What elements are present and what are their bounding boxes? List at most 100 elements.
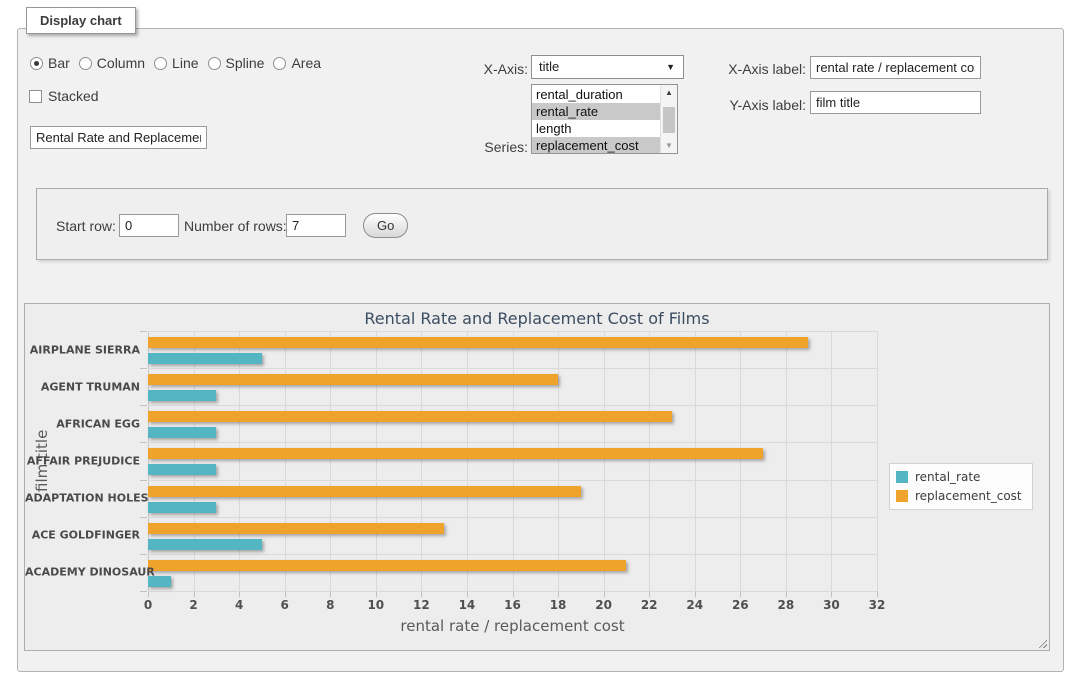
bar-replacement_cost[interactable] [148, 374, 558, 385]
radio-label: Line [172, 55, 198, 71]
legend-swatch [896, 490, 908, 502]
bar-replacement_cost[interactable] [148, 411, 672, 422]
y-axis-tick [140, 331, 147, 332]
stacked-checkbox[interactable] [29, 90, 42, 103]
bar-rental_rate[interactable] [148, 464, 216, 475]
bar-rental_rate[interactable] [148, 427, 216, 438]
legend-label: rental_rate [915, 470, 980, 484]
bar-replacement_cost[interactable] [148, 448, 763, 459]
category-label: ACE GOLDFINGER [25, 529, 140, 542]
resize-handle-icon[interactable] [1037, 638, 1047, 648]
chart-title-input[interactable] [30, 126, 207, 149]
start-row-input[interactable] [119, 214, 179, 237]
series-select-label: Series: [420, 139, 528, 155]
grid-line-horizontal [148, 442, 877, 443]
grid-line-horizontal [148, 331, 877, 332]
x-tick-label: 20 [595, 598, 612, 612]
radio-button[interactable] [79, 57, 92, 70]
x-tick-label: 26 [732, 598, 749, 612]
chart-type-radio-group: Bar Column Line Spline Area [30, 55, 321, 71]
chart-type-option-area[interactable]: Area [273, 55, 321, 71]
grid-line-vertical [330, 331, 331, 591]
x-tick-label: 22 [641, 598, 658, 612]
chart-type-option-spline[interactable]: Spline [208, 55, 265, 71]
y-axis-label-label: Y-Axis label: [698, 97, 806, 113]
x-axis-label-label: X-Axis label: [698, 61, 806, 77]
x-tick-label: 32 [869, 598, 886, 612]
bar-rental_rate[interactable] [148, 390, 216, 401]
bar-replacement_cost[interactable] [148, 560, 626, 571]
x-tick-label: 24 [686, 598, 703, 612]
bar-replacement_cost[interactable] [148, 486, 581, 497]
scrollbar-down-icon[interactable]: ▼ [661, 138, 677, 153]
radio-button[interactable] [154, 57, 167, 70]
x-tick-label: 14 [459, 598, 476, 612]
stacked-option[interactable]: Stacked [29, 88, 99, 104]
x-axis-title: rental rate / replacement cost [148, 617, 877, 635]
grid-line-vertical [194, 331, 195, 591]
bar-rental_rate[interactable] [148, 502, 216, 513]
grid-line-horizontal [148, 591, 877, 592]
x-tick-label: 18 [550, 598, 567, 612]
grid-line-horizontal [148, 480, 877, 481]
category-label: ADAPTATION HOLES [25, 492, 140, 505]
plot-area [148, 331, 877, 591]
x-axis-label-input[interactable] [810, 56, 981, 79]
grid-line-vertical [513, 331, 514, 591]
stacked-label: Stacked [48, 88, 99, 104]
chevron-down-icon: ▼ [666, 56, 675, 78]
radio-button[interactable] [208, 57, 221, 70]
radio-button[interactable] [30, 57, 43, 70]
series-options: rental_durationrental_ratelengthreplacem… [532, 86, 660, 154]
bar-rental_rate[interactable] [148, 353, 262, 364]
scrollbar[interactable]: ▲ ▼ [660, 85, 677, 153]
x-tick-label: 12 [413, 598, 430, 612]
y-axis-tick [140, 591, 147, 592]
y-axis-tick [140, 442, 147, 443]
number-of-rows-input[interactable] [286, 214, 346, 237]
panel-title: Display chart [26, 7, 136, 34]
scrollbar-up-icon[interactable]: ▲ [661, 85, 677, 100]
chart-container: Rental Rate and Replacement Cost of Film… [24, 303, 1050, 651]
grid-line-vertical [695, 331, 696, 591]
series-option-length[interactable]: length [532, 120, 660, 137]
series-listbox[interactable]: rental_durationrental_ratelengthreplacem… [531, 84, 678, 154]
x-axis-select[interactable]: title ▼ [531, 55, 684, 79]
category-label: AFRICAN EGG [25, 417, 140, 430]
series-option-rental_duration[interactable]: rental_duration [532, 86, 660, 103]
legend-swatch [896, 471, 908, 483]
chart-type-option-line[interactable]: Line [154, 55, 198, 71]
bar-rental_rate[interactable] [148, 539, 262, 550]
series-option-replacement_cost[interactable]: replacement_cost [532, 137, 660, 154]
scrollbar-thumb[interactable] [663, 107, 675, 133]
legend-item-replacement_cost[interactable]: replacement_cost [896, 489, 1022, 503]
x-tick-label: 28 [778, 598, 795, 612]
x-tick-label: 8 [326, 598, 334, 612]
go-button[interactable]: Go [363, 213, 408, 238]
grid-line-vertical [831, 331, 832, 591]
chart-legend: rental_rate replacement_cost [889, 463, 1033, 510]
chart-title: Rental Rate and Replacement Cost of Film… [25, 309, 1049, 328]
legend-item-rental_rate[interactable]: rental_rate [896, 470, 1022, 484]
grid-line-vertical [558, 331, 559, 591]
chart-type-option-column[interactable]: Column [79, 55, 145, 71]
grid-line-vertical [877, 331, 878, 591]
y-axis-label-input[interactable] [810, 91, 981, 114]
y-axis-tick [140, 368, 147, 369]
x-tick-label: 2 [189, 598, 197, 612]
radio-label: Bar [48, 55, 70, 71]
row-range-panel: Start row: Number of rows: Go [36, 188, 1048, 260]
category-label: AIRPLANE SIERRA [25, 343, 140, 356]
legend-label: replacement_cost [915, 489, 1022, 503]
bar-replacement_cost[interactable] [148, 337, 808, 348]
bar-replacement_cost[interactable] [148, 523, 444, 534]
chart-type-option-bar[interactable]: Bar [30, 55, 70, 71]
x-tick-label: 6 [281, 598, 289, 612]
grid-line-horizontal [148, 517, 877, 518]
radio-label: Spline [226, 55, 265, 71]
y-axis-tick [140, 405, 147, 406]
radio-button[interactable] [273, 57, 286, 70]
series-option-rental_rate[interactable]: rental_rate [532, 103, 660, 120]
x-axis-selected-value: title [539, 56, 559, 78]
grid-line-vertical [649, 331, 650, 591]
